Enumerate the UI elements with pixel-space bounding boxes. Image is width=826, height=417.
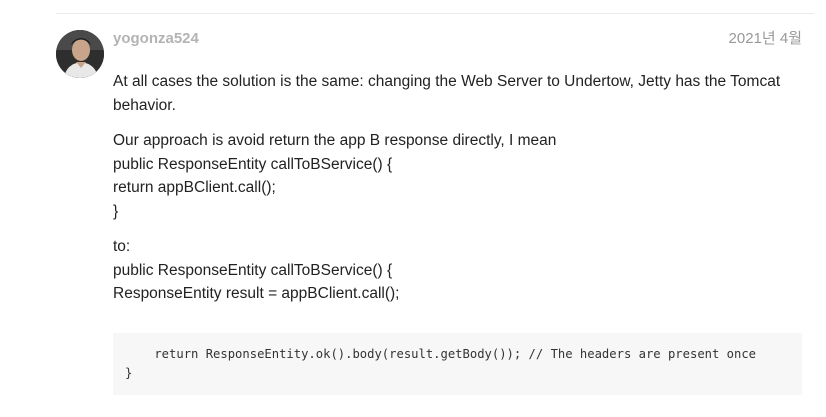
text-line: ResponseEntity result = appBClient.call(… [113, 285, 400, 302]
text-line: public ResponseEntity callToBService() { [113, 155, 393, 173]
post-divider [56, 13, 814, 14]
text-line: return appBClient.call(); [113, 179, 276, 196]
text-line: } [113, 202, 119, 220]
code-line: } [125, 366, 133, 380]
code-line: return ResponseEntity.ok().body(result.g… [125, 347, 757, 361]
post-date[interactable]: 2021년 4월 [729, 30, 802, 48]
post-body: At all cases the solution is the same: c… [113, 70, 813, 318]
post-author[interactable]: yogonza524 [113, 30, 199, 48]
code-block: return ResponseEntity.ok().body(result.g… [113, 333, 802, 395]
avatar[interactable] [56, 30, 104, 78]
text-line: Our approach is avoid return the app B r… [113, 132, 557, 149]
user-avatar-icon [56, 30, 104, 78]
code-content: return ResponseEntity.ok().body(result.g… [125, 345, 802, 383]
text-line: public ResponseEntity callToBService() { [113, 261, 393, 279]
post-paragraph: At all cases the solution is the same: c… [113, 70, 813, 117]
post-paragraph: Our approach is avoid return the app B r… [113, 129, 813, 223]
post-paragraph: to: public ResponseEntity callToBService(… [113, 235, 813, 306]
text-line: to: [113, 238, 131, 255]
text-line: At all cases the solution is the same: c… [113, 73, 781, 114]
